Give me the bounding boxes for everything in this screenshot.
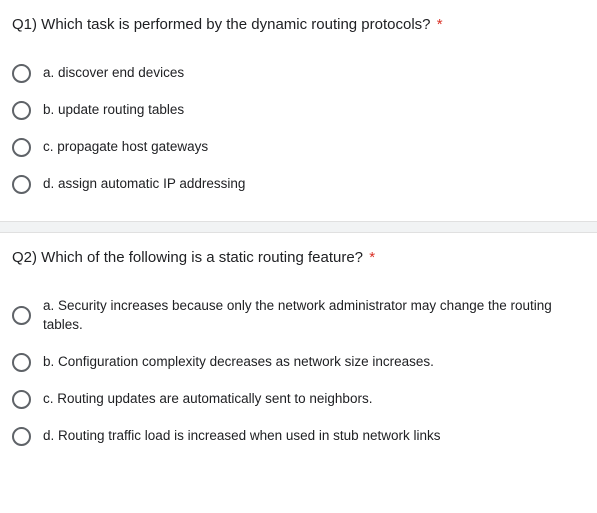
radio-icon[interactable] xyxy=(12,353,31,372)
required-marker: * xyxy=(437,16,443,33)
question-1: Q1) Which task is performed by the dynam… xyxy=(0,0,597,221)
radio-icon[interactable] xyxy=(12,390,31,409)
option-q1-b[interactable]: b. update routing tables xyxy=(12,92,579,129)
required-marker: * xyxy=(369,249,375,266)
section-divider xyxy=(0,221,597,233)
radio-icon[interactable] xyxy=(12,427,31,446)
option-label: a. discover end devices xyxy=(43,64,184,83)
option-label: c. Routing updates are automatically sen… xyxy=(43,390,372,409)
option-label: c. propagate host gateways xyxy=(43,138,208,157)
question-text: Q1) Which task is performed by the dynam… xyxy=(12,16,431,33)
question-title: Q1) Which task is performed by the dynam… xyxy=(12,14,579,35)
question-text: Q2) Which of the following is a static r… xyxy=(12,249,363,266)
option-label: d. Routing traffic load is increased whe… xyxy=(43,427,440,446)
option-q2-c[interactable]: c. Routing updates are automatically sen… xyxy=(12,381,579,418)
option-label: d. assign automatic IP addressing xyxy=(43,175,245,194)
option-q2-a[interactable]: a. Security increases because only the n… xyxy=(12,288,579,344)
radio-icon[interactable] xyxy=(12,175,31,194)
option-label: b. update routing tables xyxy=(43,101,184,120)
option-q1-d[interactable]: d. assign automatic IP addressing xyxy=(12,166,579,203)
radio-icon[interactable] xyxy=(12,138,31,157)
option-label: b. Configuration complexity decreases as… xyxy=(43,353,434,372)
option-q2-b[interactable]: b. Configuration complexity decreases as… xyxy=(12,344,579,381)
radio-icon[interactable] xyxy=(12,64,31,83)
option-q2-d[interactable]: d. Routing traffic load is increased whe… xyxy=(12,418,579,455)
radio-icon[interactable] xyxy=(12,306,31,325)
option-q1-c[interactable]: c. propagate host gateways xyxy=(12,129,579,166)
question-2: Q2) Which of the following is a static r… xyxy=(0,233,597,473)
question-title: Q2) Which of the following is a static r… xyxy=(12,247,579,268)
option-q1-a[interactable]: a. discover end devices xyxy=(12,55,579,92)
option-label: a. Security increases because only the n… xyxy=(43,297,579,335)
radio-icon[interactable] xyxy=(12,101,31,120)
